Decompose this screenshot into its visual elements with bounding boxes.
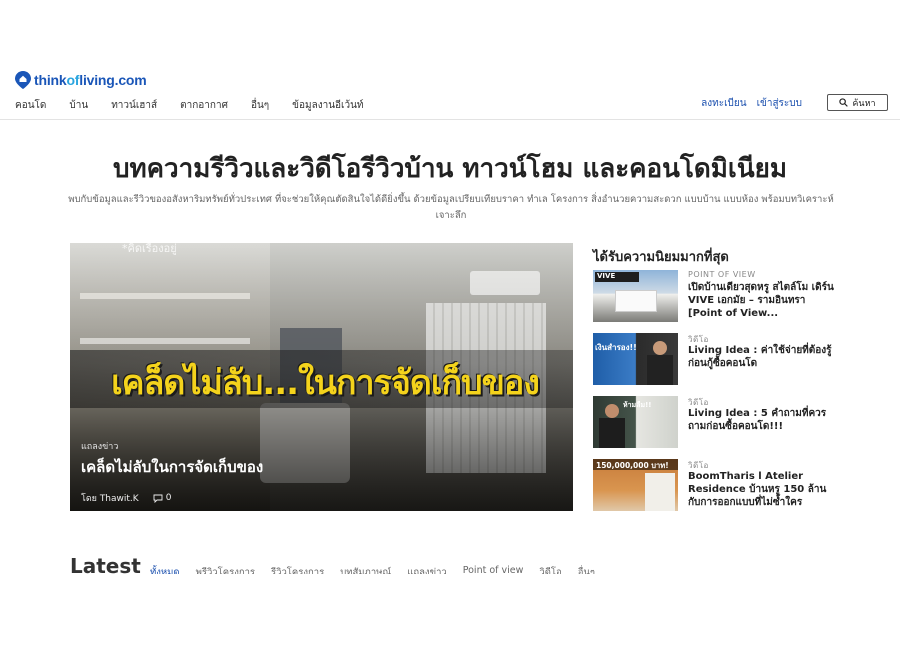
page-subtitle: พบกับข้อมูลและรีวิวของอสังหาริมทรัพย์ทั่…: [68, 194, 834, 221]
thumb-label: เงินสำรอง!!: [595, 343, 637, 352]
nav-item-events[interactable]: ข้อมูลงานอีเว้นท์: [292, 98, 363, 113]
search-button-label: ค้นหา: [852, 98, 876, 109]
popular-thumbnail: ห้ามลืม!!: [593, 396, 678, 448]
comment-icon: [153, 494, 163, 503]
thumb-label: 150,000,000 บาท!: [596, 461, 669, 470]
featured-meta: โดย Thawit.K 0: [81, 491, 171, 505]
popular-thumbnail: VIVE: [593, 270, 678, 322]
popular-thumbnail: 150,000,000 บาท!: [593, 459, 678, 511]
search-icon: [839, 98, 849, 107]
popular-item[interactable]: VIVE POINT OF VIEW เปิดบ้านเดียวสุดหรู ส…: [593, 270, 843, 322]
featured-comment-count: 0: [165, 493, 172, 503]
login-link[interactable]: เข้าสู่ระบบ: [757, 96, 802, 111]
popular-heading: ได้รับความนิยมมากที่สุด: [593, 250, 729, 265]
search-button[interactable]: ค้นหา: [827, 94, 888, 111]
featured-comments[interactable]: 0: [153, 493, 172, 503]
popular-title[interactable]: Living Idea : ค่าใช้จ่ายที่ต้องรู้ ก่อนก…: [688, 344, 838, 370]
site-header: thinkofliving.com คอนโด บ้าน ทาวน์เฮาส์ …: [0, 0, 900, 120]
thumb-label: ห้ามลืม!!: [623, 401, 652, 409]
nav-item-others[interactable]: อื่นๆ: [251, 98, 269, 113]
popular-thumbnail: เงินสำรอง!!: [593, 333, 678, 385]
popular-item[interactable]: เงินสำรอง!! วิดีโอ Living Idea : ค่าใช้จ…: [593, 333, 843, 385]
nav-item-townhouse[interactable]: ทาวน์เฮาส์: [111, 98, 157, 113]
page-title: บทความรีวิวและวิดีโอรีวิวบ้าน ทาวน์โฮม แ…: [113, 154, 787, 184]
nav-item-vacation[interactable]: ตากอากาศ: [180, 98, 228, 113]
logo-text: thinkofliving.com: [34, 72, 147, 88]
nav-item-house[interactable]: บ้าน: [69, 98, 88, 113]
popular-item[interactable]: ห้ามลืม!! วิดีโอ Living Idea : 5 คำถามที…: [593, 396, 843, 448]
site-logo[interactable]: thinkofliving.com: [15, 71, 147, 89]
featured-category[interactable]: แถลงข่าว: [81, 439, 118, 453]
popular-title[interactable]: Living Idea : 5 คำถามที่ควร ถามก่อนซื้อค…: [688, 407, 838, 433]
register-link[interactable]: ลงทะเบียน: [701, 96, 746, 111]
popular-title[interactable]: เปิดบ้านเดียวสุดหรู สไตล์โม เดิร์น VIVE …: [688, 281, 838, 320]
main-nav: คอนโด บ้าน ทาวน์เฮาส์ ตากอากาศ อื่นๆ ข้อ…: [15, 98, 387, 113]
featured-banner-text: เคล็ดไม่ลับ...ในการจัดเก็บของ: [111, 363, 540, 403]
popular-category: POINT OF VIEW: [688, 270, 756, 279]
auth-links: ลงทะเบียน เข้าสู่ระบบ: [701, 96, 802, 111]
popular-item[interactable]: 150,000,000 บาท! วิดีโอ BoomTharis l Ate…: [593, 459, 843, 511]
location-pin-icon: [15, 71, 31, 89]
featured-watermark: *คิดเรื่องอยู่: [122, 243, 177, 255]
popular-title[interactable]: BoomTharis l Atelier Residence บ้านหรู 1…: [688, 470, 838, 509]
featured-title[interactable]: เคล็ดไม่ลับในการจัดเก็บของ: [81, 455, 263, 479]
page-bottom-whitespace: [0, 574, 900, 650]
nav-item-condo[interactable]: คอนโด: [15, 98, 46, 113]
thumb-label: VIVE: [597, 272, 616, 280]
featured-author[interactable]: โดย Thawit.K: [81, 491, 139, 505]
